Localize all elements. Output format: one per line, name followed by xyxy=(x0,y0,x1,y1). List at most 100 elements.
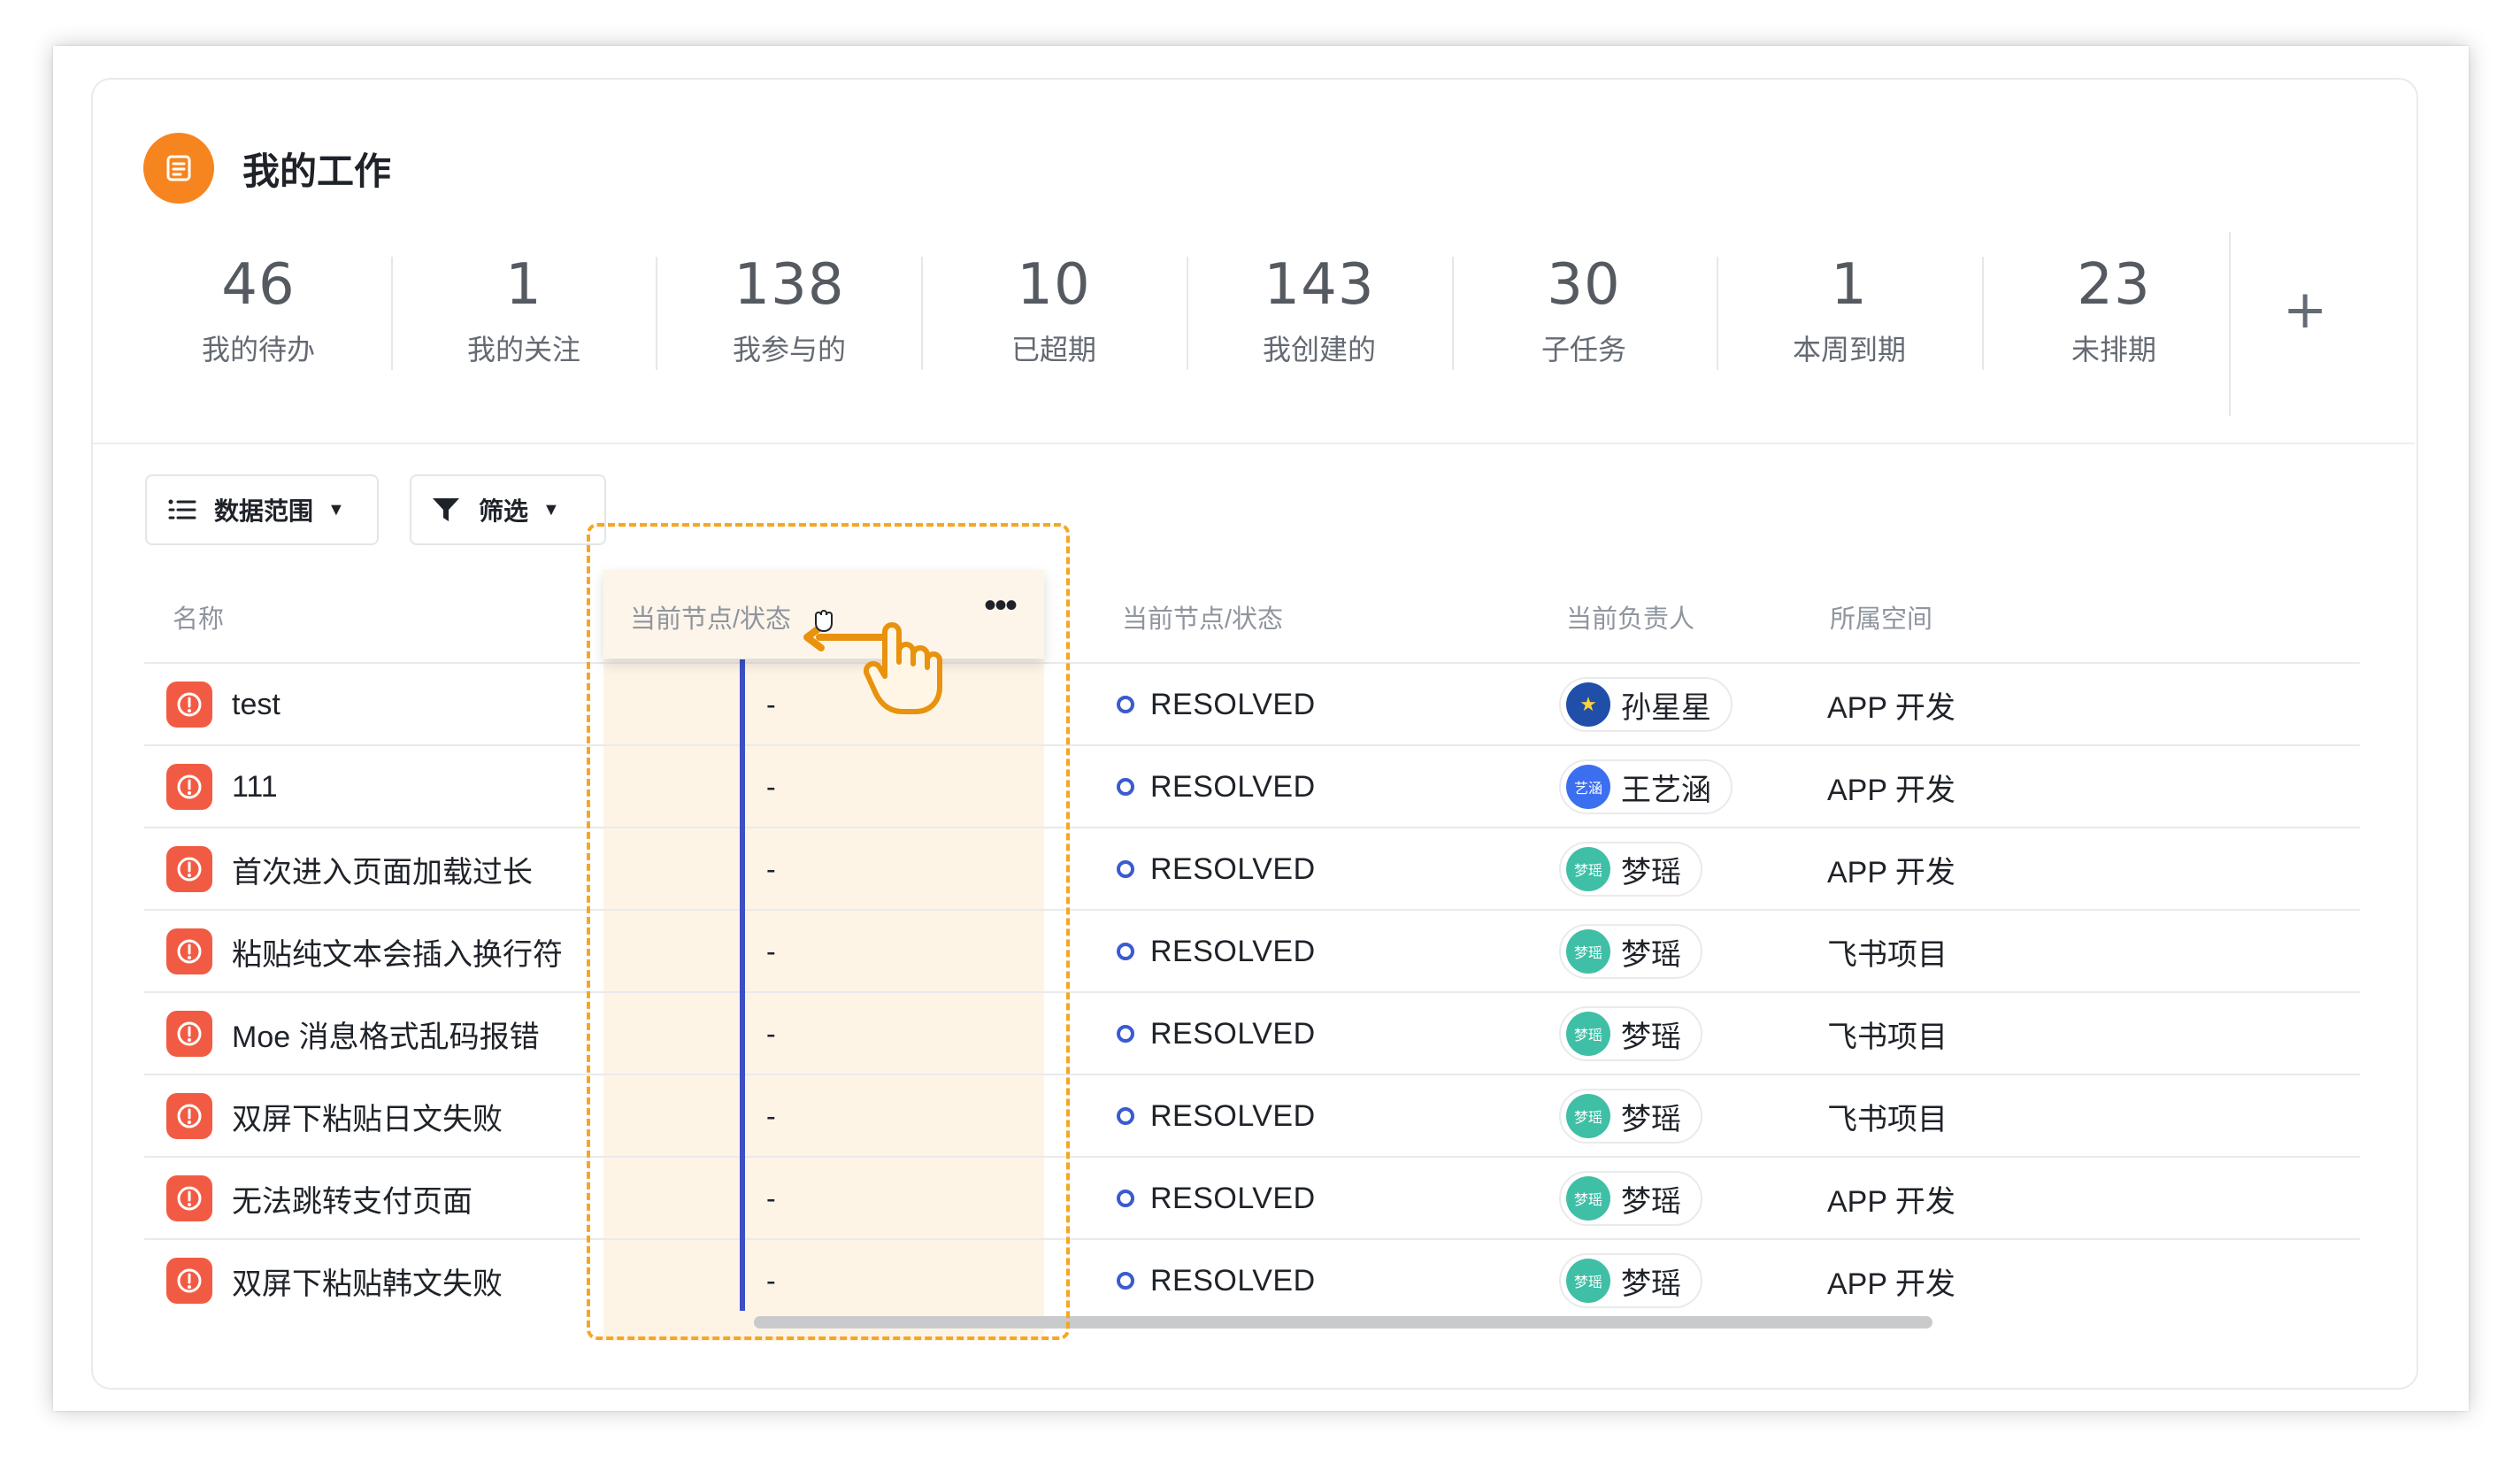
column-header-status[interactable]: 当前节点/状态 xyxy=(1122,598,1283,635)
stat-created[interactable]: 143 我创建的 xyxy=(1204,248,1434,368)
avatar: 梦瑶 xyxy=(1566,929,1610,974)
row-owner-chip[interactable]: 梦瑶 梦瑶 xyxy=(1559,924,1702,979)
row-name: Moe 消息格式乱码报错 xyxy=(232,1020,540,1054)
row-owner: 梦瑶 xyxy=(1621,1102,1681,1136)
alert-circle-icon xyxy=(166,1175,212,1221)
column-header-name[interactable]: 名称 xyxy=(173,598,224,635)
row-name-cell[interactable]: 首次进入页面加载过长 xyxy=(166,843,533,896)
avatar: 艺涵 xyxy=(1566,765,1610,809)
row-status-cell[interactable]: RESOLVED xyxy=(1117,1172,1316,1225)
filter-button[interactable]: 筛选 ▼ xyxy=(410,474,606,545)
stat-divider xyxy=(656,257,657,370)
circle-outline-icon xyxy=(1117,943,1134,960)
row-divider xyxy=(144,744,2360,746)
row-divider xyxy=(144,827,2360,828)
data-scope-label: 数据范围 xyxy=(214,497,314,525)
stat-value: 1 xyxy=(1831,252,1868,318)
row-divider xyxy=(144,991,2360,993)
data-scope-button[interactable]: 数据范围 ▼ xyxy=(145,474,379,545)
stat-label: 子任务 xyxy=(1540,334,1626,366)
funnel-icon xyxy=(433,498,459,521)
row-name: test xyxy=(232,687,280,721)
stat-divider xyxy=(2229,232,2231,416)
row-status: RESOLVED xyxy=(1150,851,1316,886)
circle-outline-icon xyxy=(1117,1025,1134,1043)
row-name-cell[interactable]: 双屏下粘贴韩文失败 xyxy=(166,1254,503,1307)
alert-circle-icon xyxy=(166,928,212,974)
stat-subtasks[interactable]: 30 子任务 xyxy=(1469,248,1699,368)
stat-divider xyxy=(921,257,923,370)
row-status: RESOLVED xyxy=(1150,934,1316,968)
row-owner: 梦瑶 xyxy=(1621,855,1681,890)
row-name-cell[interactable]: 双屏下粘贴日文失败 xyxy=(166,1090,503,1143)
row-status-cell[interactable]: RESOLVED xyxy=(1117,843,1316,896)
row-space: APP 开发 xyxy=(1827,855,1955,890)
row-name: 无法跳转支付页面 xyxy=(232,1184,472,1219)
avatar: 梦瑶 xyxy=(1566,847,1610,891)
stat-value: 143 xyxy=(1264,252,1375,318)
stat-my-todo[interactable]: 46 我的待办 xyxy=(143,248,373,368)
stat-label: 我参与的 xyxy=(732,334,846,366)
row-divider xyxy=(144,1156,2360,1158)
circle-outline-icon xyxy=(1117,1272,1134,1290)
row-space: 飞书项目 xyxy=(1827,937,1948,972)
stat-divider xyxy=(1982,257,1984,370)
alert-circle-icon xyxy=(166,1011,212,1057)
add-stat-button[interactable]: + xyxy=(2283,274,2327,345)
stat-divider xyxy=(391,257,393,370)
row-name: 双屏下粘贴韩文失败 xyxy=(232,1267,503,1301)
row-owner-chip[interactable]: 艺涵 王艺涵 xyxy=(1559,759,1732,814)
row-name-cell[interactable]: 无法跳转支付页面 xyxy=(166,1172,472,1225)
circle-outline-icon xyxy=(1117,1107,1134,1125)
row-divider xyxy=(144,1238,2360,1240)
row-status: RESOLVED xyxy=(1150,1263,1316,1298)
row-name-cell[interactable]: 粘贴纯文本会插入换行符 xyxy=(166,925,563,978)
row-divider xyxy=(144,909,2360,911)
row-owner: 梦瑶 xyxy=(1621,1184,1681,1219)
list-indent-icon xyxy=(168,499,196,520)
row-owner-chip[interactable]: 梦瑶 梦瑶 xyxy=(1559,1171,1702,1226)
stat-divider xyxy=(1187,257,1188,370)
circle-outline-icon xyxy=(1117,778,1134,796)
stat-participated[interactable]: 138 我参与的 xyxy=(674,248,904,368)
row-status-cell[interactable]: RESOLVED xyxy=(1117,760,1316,813)
row-owner-chip[interactable]: ★ 孙星星 xyxy=(1559,677,1732,732)
row-owner-chip[interactable]: 梦瑶 梦瑶 xyxy=(1559,1253,1702,1308)
alert-circle-icon xyxy=(166,846,212,892)
stat-unscheduled[interactable]: 23 未排期 xyxy=(1999,248,2229,368)
row-status-cell[interactable]: RESOLVED xyxy=(1117,678,1316,731)
row-space: APP 开发 xyxy=(1827,773,1955,807)
row-status-cell[interactable]: RESOLVED xyxy=(1117,1007,1316,1060)
row-name-cell[interactable]: 111 xyxy=(166,760,278,813)
avatar: 梦瑶 xyxy=(1566,1012,1610,1056)
row-owner-chip[interactable]: 梦瑶 梦瑶 xyxy=(1559,1089,1702,1144)
row-owner-chip[interactable]: 梦瑶 梦瑶 xyxy=(1559,1006,1702,1061)
stat-value: 46 xyxy=(221,252,296,318)
row-name: 粘贴纯文本会插入换行符 xyxy=(232,937,563,972)
stat-overdue[interactable]: 10 已超期 xyxy=(939,248,1169,368)
row-name-cell[interactable]: Moe 消息格式乱码报错 xyxy=(166,1007,540,1060)
alert-circle-icon xyxy=(166,1258,212,1304)
stat-my-follow[interactable]: 1 我的关注 xyxy=(409,248,639,368)
row-space: APP 开发 xyxy=(1827,690,1955,725)
avatar: 梦瑶 xyxy=(1566,1176,1610,1221)
list-doc-icon xyxy=(143,133,214,204)
row-name: 111 xyxy=(232,769,278,804)
stat-label: 本周到期 xyxy=(1792,334,1906,366)
grab-hand-cursor-icon xyxy=(864,622,942,714)
row-space: 飞书项目 xyxy=(1827,1102,1948,1136)
row-name-cell[interactable]: test xyxy=(166,678,280,731)
alert-circle-icon xyxy=(166,1093,212,1139)
row-status-cell[interactable]: RESOLVED xyxy=(1117,1090,1316,1143)
circle-outline-icon xyxy=(1117,1190,1134,1207)
row-divider xyxy=(144,662,2360,664)
stat-value: 1 xyxy=(505,252,542,318)
column-header-space[interactable]: 所属空间 xyxy=(1830,598,1932,635)
row-owner-chip[interactable]: 梦瑶 梦瑶 xyxy=(1559,842,1702,897)
column-header-owner[interactable]: 当前负责人 xyxy=(1566,598,1694,635)
stat-value: 23 xyxy=(2077,252,2151,318)
stat-divider xyxy=(1717,257,1718,370)
row-status-cell[interactable]: RESOLVED xyxy=(1117,925,1316,978)
stat-due-this-week[interactable]: 1 本周到期 xyxy=(1734,248,1964,368)
row-status-cell[interactable]: RESOLVED xyxy=(1117,1254,1316,1307)
